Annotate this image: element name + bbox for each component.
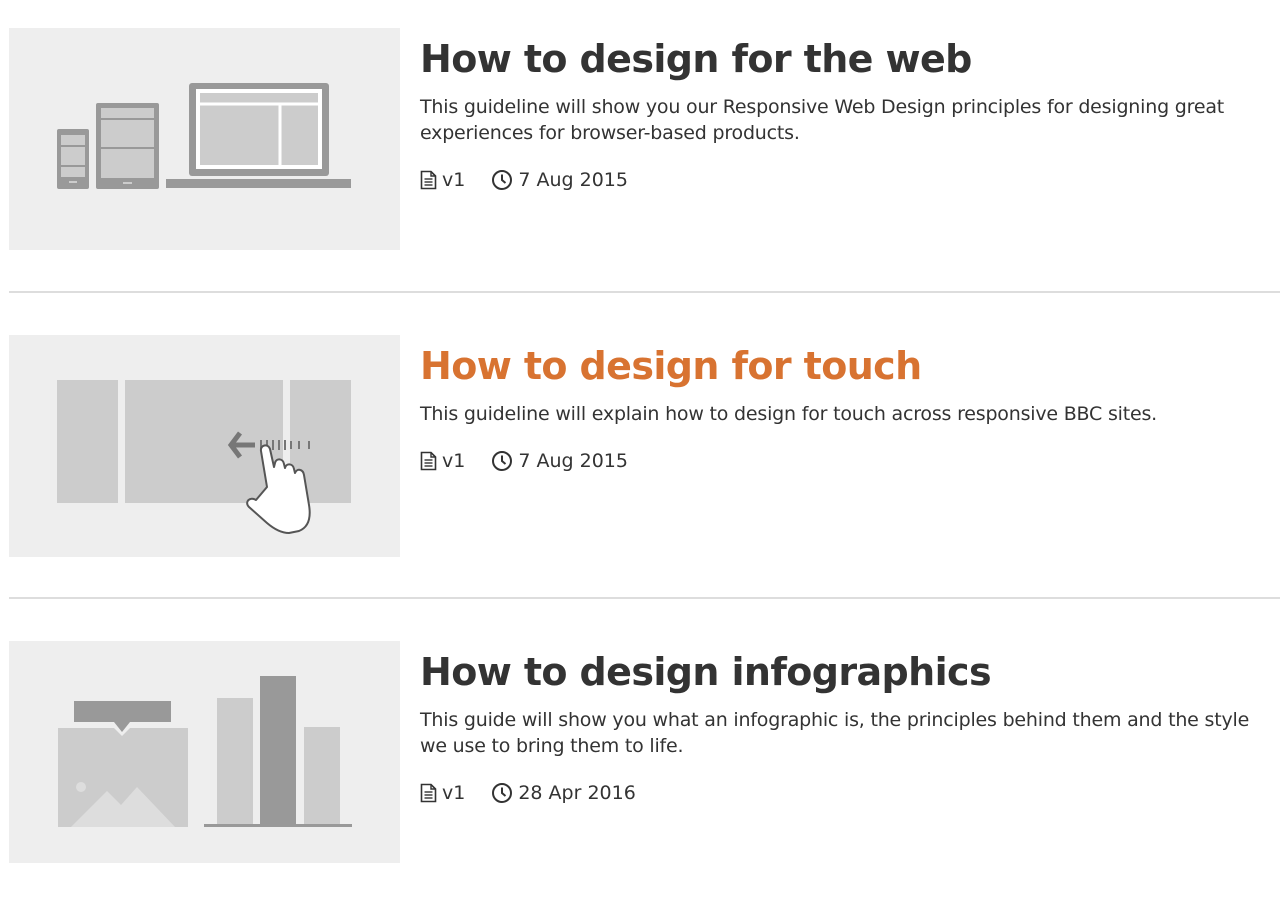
clock-icon — [492, 451, 513, 471]
guide-title[interactable]: How to design for touch — [420, 335, 1270, 385]
swipe-gesture-illustration — [57, 380, 351, 534]
date-text: 7 Aug 2015 — [518, 450, 628, 472]
guide-meta: v1 7 Aug 2015 — [420, 167, 1270, 193]
version-text: v1 — [442, 169, 466, 191]
version-info: v1 — [420, 450, 465, 472]
guide-description: This guide will show you what an infogra… — [420, 709, 1250, 757]
divider — [9, 597, 1280, 599]
guide-meta: v1 7 Aug 2015 — [420, 448, 1270, 474]
clock-icon — [492, 783, 513, 803]
infographic-illustration — [58, 676, 352, 827]
document-icon — [420, 783, 437, 803]
date-info: 7 Aug 2015 — [491, 450, 628, 472]
guide-title[interactable]: How to design for the web — [420, 28, 1270, 78]
version-info: v1 — [420, 782, 465, 804]
date-text: 28 Apr 2016 — [518, 782, 636, 804]
guide-list: How to design for the web This guideline… — [0, 0, 1280, 897]
guide-thumbnail[interactable] — [9, 28, 400, 250]
guide-meta: v1 28 Apr 2016 — [420, 780, 1270, 806]
guide-title[interactable]: How to design infographics — [420, 641, 1270, 691]
guide-description: This guideline will explain how to desig… — [420, 403, 1158, 425]
guide-content: How to design for touch This guideline w… — [420, 335, 1270, 474]
guide-card-web[interactable]: How to design for the web This guideline… — [0, 28, 1280, 251]
clock-icon — [492, 170, 513, 190]
date-text: 7 Aug 2015 — [518, 169, 628, 191]
date-info: 28 Apr 2016 — [491, 782, 636, 804]
guide-content: How to design for the web This guideline… — [420, 28, 1270, 193]
guide-description: This guideline will show you our Respons… — [420, 96, 1225, 144]
guide-content: How to design infographics This guide wi… — [420, 641, 1270, 806]
document-icon — [420, 170, 437, 190]
document-icon — [420, 451, 437, 471]
version-text: v1 — [442, 450, 466, 472]
guide-card-touch[interactable]: How to design for touch This guideline w… — [0, 335, 1280, 558]
guide-thumbnail[interactable] — [9, 641, 400, 863]
date-info: 7 Aug 2015 — [491, 169, 628, 191]
guide-thumbnail[interactable] — [9, 335, 400, 557]
version-info: v1 — [420, 169, 465, 191]
version-text: v1 — [442, 782, 466, 804]
divider — [9, 291, 1280, 293]
devices-illustration — [57, 83, 351, 189]
guide-card-infographics[interactable]: How to design infographics This guide wi… — [0, 641, 1280, 864]
